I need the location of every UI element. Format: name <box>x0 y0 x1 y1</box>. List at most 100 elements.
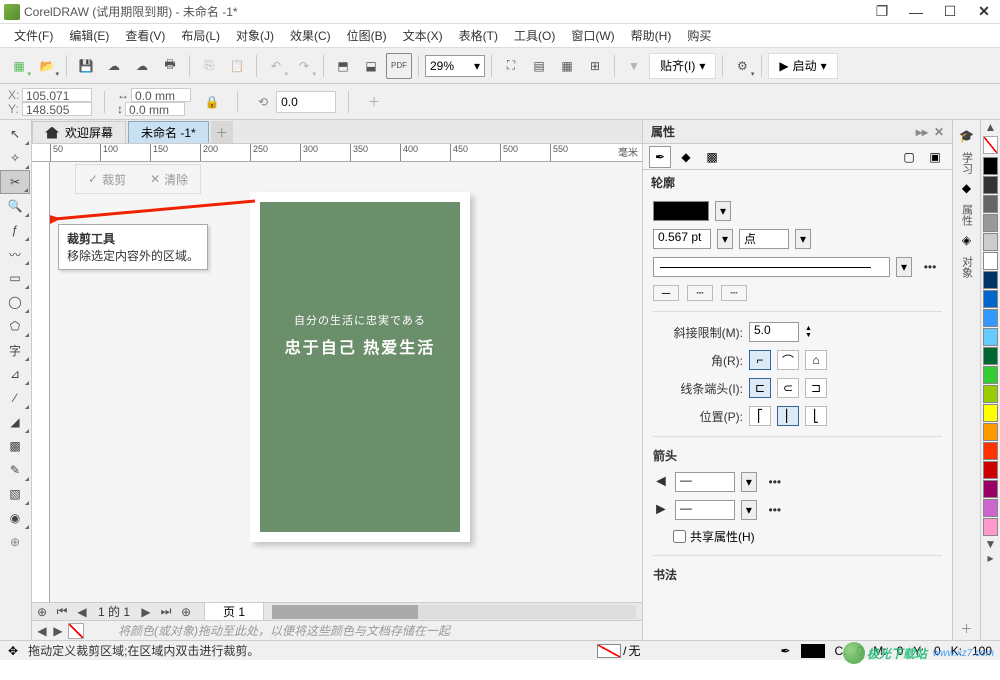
menu-tools[interactable]: 工具(O) <box>508 25 561 46</box>
palette-swatch[interactable] <box>983 214 998 232</box>
tab-document[interactable]: 未命名 -1* <box>128 121 209 143</box>
lock-ratio-button[interactable]: 🔒 <box>199 89 225 115</box>
h-scrollbar[interactable] <box>272 605 636 619</box>
palette-swatch[interactable] <box>983 347 998 365</box>
grid-button[interactable]: ▦ <box>554 53 580 79</box>
end-arrow-drop[interactable]: ▾ <box>741 500 757 520</box>
corner-miter[interactable]: ⌐ <box>749 350 771 370</box>
tab-welcome[interactable]: 欢迎屏幕 <box>32 121 126 143</box>
palette-swatch[interactable] <box>983 461 998 479</box>
copy-button[interactable]: ⎘ <box>196 53 222 79</box>
palette-swatch[interactable] <box>983 252 998 270</box>
maximize-button[interactable]: ☐ <box>938 3 962 20</box>
crop-confirm[interactable]: ✓裁剪 <box>76 165 138 193</box>
palette-swatch[interactable] <box>983 290 998 308</box>
palette-swatch[interactable] <box>983 499 998 517</box>
zoom-tool[interactable]: 🔍 <box>0 194 30 218</box>
minimize-button[interactable]: — <box>904 4 928 20</box>
palette-nofill[interactable] <box>983 136 998 154</box>
fill-indicator[interactable]: /无 <box>597 642 640 659</box>
rectangle-tool[interactable]: ▭ <box>0 266 30 290</box>
end-arrow-select[interactable]: — <box>675 500 735 520</box>
drawing-canvas[interactable]: ✓裁剪 ✕清除 裁剪工具 移除选定内容外的区域。 自分の生活に忠実である <box>50 162 642 602</box>
more-tools[interactable]: ⊕ <box>0 530 30 554</box>
eyedropper-tool[interactable]: ✎ <box>0 458 30 482</box>
fullscreen-button[interactable]: ⛶ <box>498 53 524 79</box>
import-button[interactable]: ⬒ <box>330 53 356 79</box>
outline-width-drop[interactable]: ▾ <box>717 229 733 249</box>
artwork[interactable]: 自分の生活に忠実である 忠于自己 热爱生活 <box>260 202 460 532</box>
artistic-media-tool[interactable]: 〰 <box>0 242 30 266</box>
outline-unit[interactable]: 点 <box>739 229 789 249</box>
palette-swatch[interactable] <box>983 328 998 346</box>
transparency-tool[interactable]: ▩ <box>0 434 30 458</box>
menu-bitmaps[interactable]: 位图(B) <box>341 25 393 46</box>
palette-swatch[interactable] <box>983 309 998 327</box>
pos-center[interactable]: ⎢ <box>777 406 799 426</box>
text-tool[interactable]: 字 <box>0 338 30 362</box>
menu-view[interactable]: 查看(V) <box>119 25 171 46</box>
guidelines-button[interactable]: ⊞ <box>582 53 608 79</box>
undo-button[interactable]: ↶▾ <box>263 53 289 79</box>
view-mode-1[interactable]: ▢ <box>898 146 920 168</box>
menu-edit[interactable]: 编辑(E) <box>63 25 115 46</box>
dash-style-drop[interactable]: ▾ <box>896 257 912 277</box>
page-tab[interactable]: 页 1 <box>204 602 264 621</box>
palette-swatch[interactable] <box>983 442 998 460</box>
outline-tab-icon[interactable]: ✒ <box>649 146 671 168</box>
new-button[interactable]: ▦▾ <box>6 53 32 79</box>
palette-swatch[interactable] <box>983 423 998 441</box>
polygon-tool[interactable]: ⬠ <box>0 314 30 338</box>
rulers-button[interactable]: ▤ <box>526 53 552 79</box>
export-button[interactable]: ⬓ <box>358 53 384 79</box>
tab-add[interactable]: ＋ <box>211 121 233 143</box>
menu-layout[interactable]: 布局(L) <box>175 25 226 46</box>
palette-swatch[interactable] <box>983 366 998 384</box>
add-page-button[interactable]: ⊕ <box>34 605 50 619</box>
dash-preview-2[interactable]: ┄ <box>687 285 713 301</box>
menu-object[interactable]: 对象(J) <box>230 25 280 46</box>
last-page-button[interactable]: ⏭ <box>158 605 174 619</box>
cloud-up-button[interactable]: ☁ <box>101 53 127 79</box>
outline-indicator[interactable] <box>801 644 825 658</box>
menu-help[interactable]: 帮助(H) <box>625 25 678 46</box>
panel-close-icon[interactable]: ✕ <box>934 125 944 139</box>
dash-preview-3[interactable]: ┈ <box>721 285 747 301</box>
palette-right[interactable]: ▶ <box>52 624 64 638</box>
dock-learn[interactable]: 🎓 <box>955 124 979 148</box>
drop-shadow-tool[interactable]: ◢ <box>0 410 30 434</box>
palette-up[interactable]: ▲ <box>981 120 1000 134</box>
start-arrow-more[interactable]: ••• <box>763 475 787 489</box>
settings-button[interactable]: ⚙▾ <box>729 53 755 79</box>
launch-dropdown[interactable]: ▶ 启动 ▾ <box>768 53 837 79</box>
menu-file[interactable]: 文件(F) <box>8 25 59 46</box>
view-mode-2[interactable]: ▣ <box>924 146 946 168</box>
menu-buy[interactable]: 购买 <box>681 25 717 46</box>
dock-add[interactable]: ＋ <box>955 616 979 640</box>
palette-swatch[interactable] <box>983 480 998 498</box>
menu-window[interactable]: 窗口(W) <box>565 25 620 46</box>
menu-table[interactable]: 表格(T) <box>453 25 504 46</box>
menu-effects[interactable]: 效果(C) <box>284 25 337 46</box>
outline-color[interactable] <box>653 201 709 221</box>
dash-more[interactable]: ••• <box>918 260 942 274</box>
miter-limit-input[interactable]: 5.0 <box>749 322 799 342</box>
outline-color-drop[interactable]: ▾ <box>715 201 731 221</box>
paste-button[interactable]: 📋 <box>224 53 250 79</box>
outline-unit-drop[interactable]: ▾ <box>795 229 811 249</box>
panel-collapse-icon[interactable]: ▸▸ <box>916 125 928 139</box>
palette-swatch[interactable] <box>983 157 998 175</box>
pick-tool[interactable]: ↖ <box>0 122 30 146</box>
outline-width-input[interactable]: 0.567 pt <box>653 229 711 249</box>
share-attributes-check[interactable]: 共享属性(H) <box>673 528 942 545</box>
redo-button[interactable]: ↷▾ <box>291 53 317 79</box>
print-button[interactable]: 🖶 <box>157 53 183 79</box>
cloud-down-button[interactable]: ☁ <box>129 53 155 79</box>
ruler-horizontal[interactable]: 50100150200250300350400450500550 毫米 <box>32 144 642 162</box>
fill-tab-icon[interactable]: ◆ <box>675 146 697 168</box>
cap-square[interactable]: ⊐ <box>805 378 827 398</box>
dock-objects[interactable]: ◈ <box>955 228 979 252</box>
palette-swatch[interactable] <box>983 233 998 251</box>
freehand-tool[interactable]: ƒ <box>0 218 30 242</box>
outline-tool[interactable]: ◉ <box>0 506 30 530</box>
